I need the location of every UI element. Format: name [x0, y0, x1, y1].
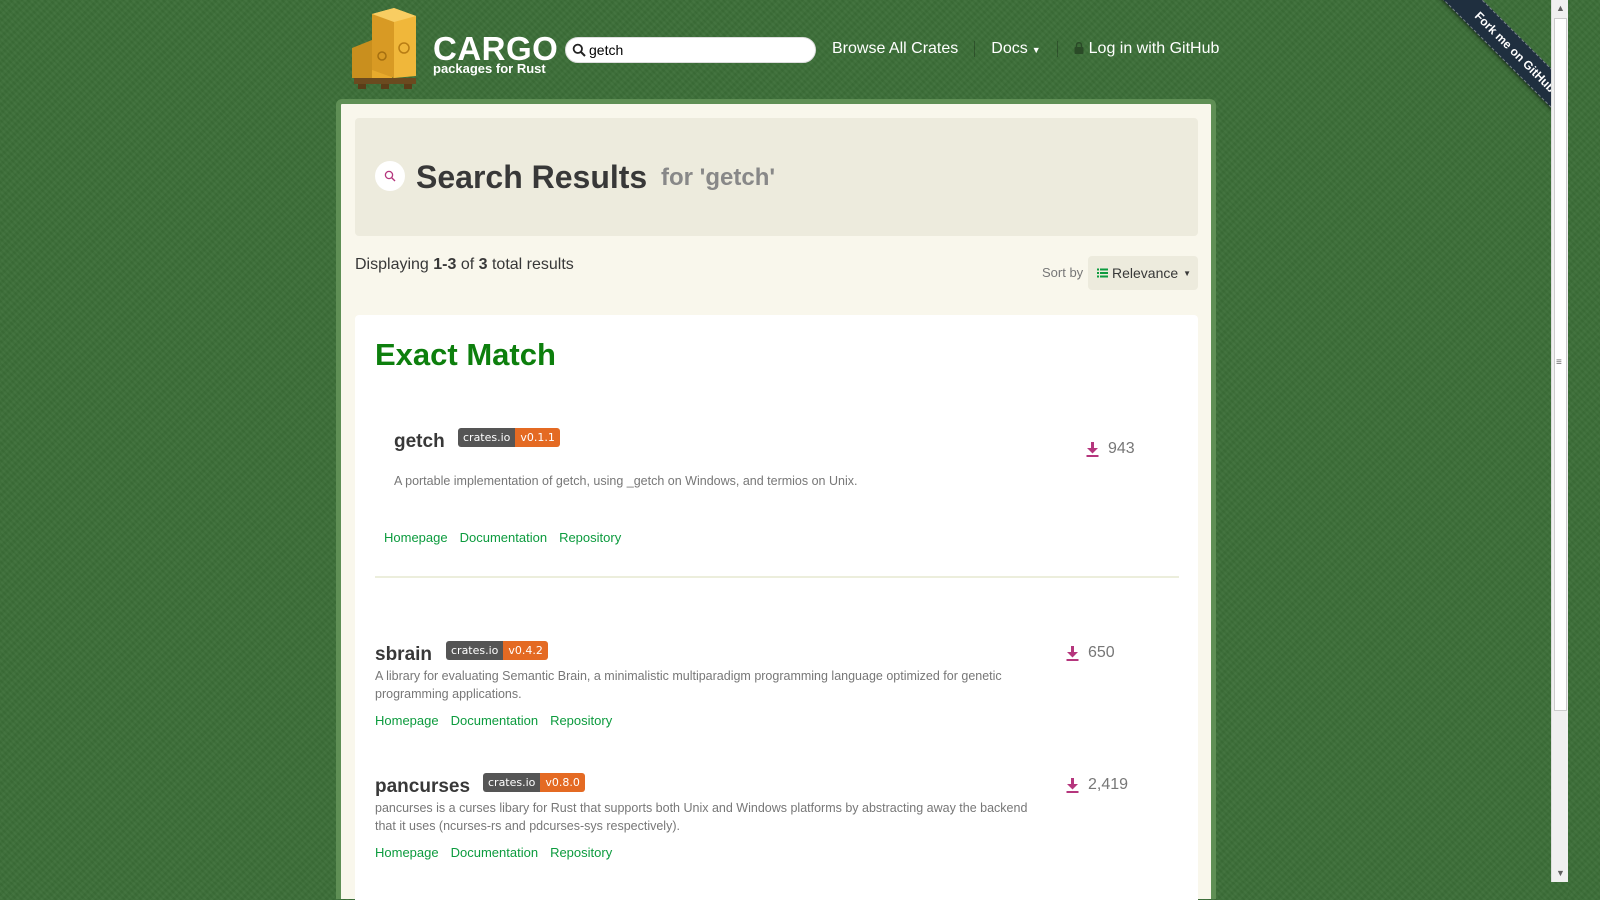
search-input[interactable]: [589, 41, 809, 59]
results-panel: Exact Match getch crates.io v0.1.1 943 A…: [355, 315, 1198, 900]
cargo-logo[interactable]: [350, 8, 420, 90]
homepage-link[interactable]: Homepage: [384, 530, 448, 545]
repository-link[interactable]: Repository: [550, 845, 612, 860]
crate-description-line: A library for evaluating Semantic Brain,…: [375, 669, 1002, 683]
search-results-header: Search Results for 'getch': [355, 118, 1198, 236]
download-count-value: 943: [1108, 440, 1135, 457]
badge-version: v0.4.2: [503, 641, 548, 660]
repository-link[interactable]: Repository: [559, 530, 621, 545]
download-count-value: 2,419: [1088, 776, 1129, 793]
documentation-link[interactable]: Documentation: [451, 845, 538, 860]
search-box[interactable]: [565, 37, 816, 63]
crate-description-line: programming applications.: [375, 687, 522, 701]
scroll-up-arrow-icon[interactable]: ▲: [1552, 0, 1569, 17]
results-range: 1-3: [433, 256, 457, 273]
download-count: 650: [1066, 644, 1115, 662]
download-count: 943: [1086, 440, 1135, 458]
crates-io-version-badge: crates.io v0.4.2: [446, 641, 548, 660]
badge-source: crates.io: [458, 428, 516, 447]
crate-description: A library for evaluating Semantic Brain,…: [375, 667, 1002, 703]
download-count-value: 650: [1088, 644, 1115, 661]
download-count: 2,419: [1066, 776, 1128, 794]
crate-name-link[interactable]: getch: [394, 431, 445, 453]
search-query-label: for 'getch': [661, 164, 776, 191]
repository-link[interactable]: Repository: [550, 713, 612, 728]
crate-name-link[interactable]: pancurses: [375, 776, 470, 798]
nav-divider: [1056, 41, 1058, 57]
results-count: Displaying 1-3 of 3 total results: [355, 256, 574, 274]
crate-links: Homepage Documentation Repository: [375, 713, 624, 728]
results-count-prefix: Displaying: [355, 256, 434, 273]
exact-match-divider: [375, 576, 1179, 578]
main-content: Search Results for 'getch' Displaying 1-…: [336, 99, 1216, 900]
exact-match-heading: Exact Match: [375, 337, 556, 372]
login-github-link[interactable]: Log in with GitHub: [1074, 40, 1220, 58]
lock-icon: [1074, 42, 1084, 54]
results-count-of: of: [456, 256, 479, 273]
fork-ribbon-text[interactable]: Fork me on GitHub: [1430, 0, 1568, 137]
results-count-suffix: total results: [487, 256, 574, 273]
search-icon: [384, 170, 396, 182]
scrollbar-grip-icon: ≡: [1556, 357, 1562, 368]
badge-version: v0.8.0: [540, 773, 585, 792]
search-badge: [375, 161, 405, 191]
crate-description: pancurses is a curses libary for Rust th…: [375, 799, 1027, 835]
crate-description-line: that it uses (ncurses-rs and pdcurses-sy…: [375, 819, 680, 833]
caret-down-icon: ▼: [1183, 268, 1192, 278]
crates-io-version-badge: crates.io v0.1.1: [458, 428, 560, 447]
results-total: 3: [478, 256, 488, 273]
browse-all-crates-link[interactable]: Browse All Crates: [832, 40, 958, 58]
crate-description-line: pancurses is a curses libary for Rust th…: [375, 801, 1028, 815]
search-icon: [572, 43, 586, 57]
nav-divider: [974, 41, 976, 57]
homepage-link[interactable]: Homepage: [375, 713, 439, 728]
site-header: CARGO packages for Rust Browse All Crate…: [350, 6, 1220, 94]
download-icon: [1066, 777, 1079, 793]
docs-dropdown[interactable]: Docs ▼: [991, 40, 1040, 58]
brand-subtitle: packages for Rust: [433, 61, 546, 76]
login-label: Log in with GitHub: [1088, 40, 1220, 57]
badge-version: v0.1.1: [515, 428, 560, 447]
list-icon: [1097, 268, 1108, 278]
fork-ribbon[interactable]: Fork me on GitHub: [1418, 0, 1568, 150]
top-nav: Browse All Crates Docs ▼ Log in with GitH…: [832, 40, 1219, 58]
download-icon: [1086, 441, 1099, 457]
badge-source: crates.io: [483, 773, 541, 792]
crate-links: Homepage Documentation Repository: [384, 530, 633, 545]
documentation-link[interactable]: Documentation: [460, 530, 547, 545]
caret-down-icon: ▼: [1031, 45, 1041, 55]
scroll-down-arrow-icon[interactable]: ▼: [1552, 865, 1569, 882]
page-scrollbar[interactable]: ▲ ≡ ▼: [1551, 0, 1568, 882]
download-icon: [1066, 645, 1079, 661]
crates-io-version-badge: crates.io v0.8.0: [483, 773, 585, 792]
badge-source: crates.io: [446, 641, 504, 660]
crate-description: A portable implementation of getch, usin…: [394, 474, 858, 488]
documentation-link[interactable]: Documentation: [451, 713, 538, 728]
sort-value: Relevance: [1112, 265, 1179, 281]
sort-label: Sort by: [1042, 265, 1084, 280]
crate-name-link[interactable]: sbrain: [375, 644, 432, 666]
docs-label: Docs: [991, 40, 1028, 57]
sort-dropdown[interactable]: Relevance ▼: [1088, 256, 1198, 290]
crate-links: Homepage Documentation Repository: [375, 845, 624, 860]
homepage-link[interactable]: Homepage: [375, 845, 439, 860]
page-title: Search Results: [416, 159, 648, 195]
